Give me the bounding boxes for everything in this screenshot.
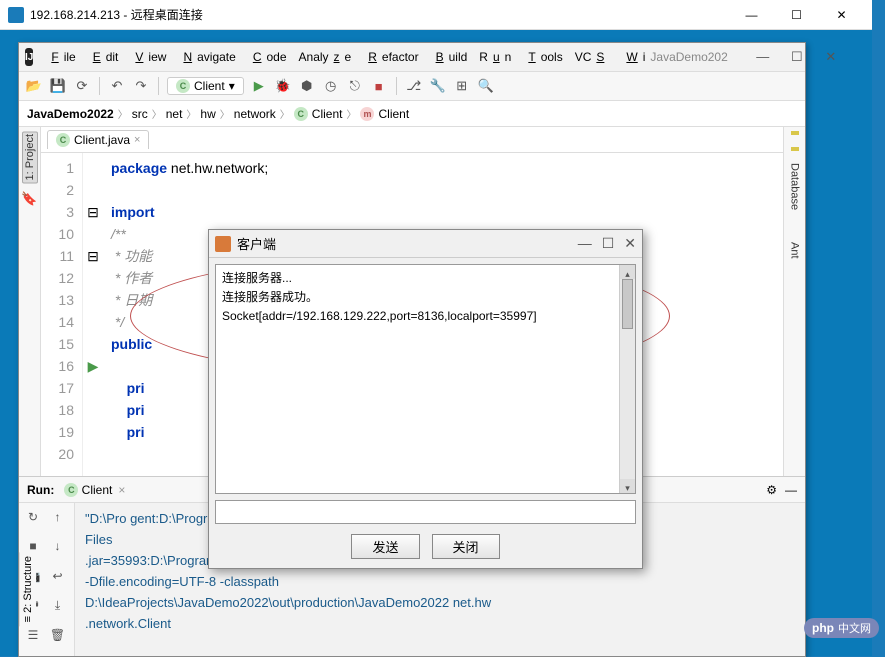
- class-icon: C: [64, 483, 78, 497]
- breadcrumb: JavaDemo2022〉 src〉 net〉 hw〉 network〉 C C…: [19, 101, 805, 127]
- editor-tab[interactable]: C Client.java ×: [47, 130, 149, 149]
- close-button[interactable]: ✕: [819, 0, 864, 30]
- warning-marker[interactable]: [791, 131, 799, 135]
- undo-icon[interactable]: ↶: [108, 77, 126, 95]
- open-icon[interactable]: 📂: [25, 77, 43, 95]
- menu-window[interactable]: Wi: [616, 48, 650, 66]
- maximize-button[interactable]: ☐: [774, 0, 819, 30]
- run-config-selector[interactable]: C Client ▾: [167, 77, 244, 95]
- class-icon: C: [56, 133, 70, 147]
- ide-minimize-button[interactable]: —: [748, 49, 778, 65]
- scroll-up-icon[interactable]: ▴: [620, 265, 635, 279]
- menu-refactor[interactable]: Refactor: [358, 48, 423, 66]
- menu-edit[interactable]: Edit: [83, 48, 124, 66]
- ide-maximize-button[interactable]: ☐: [782, 49, 812, 65]
- rdp-title: 192.168.214.213 - 远程桌面连接: [30, 6, 729, 23]
- minimize-button[interactable]: —: [729, 0, 774, 30]
- scroll-down-icon[interactable]: ▾: [620, 479, 635, 493]
- bookmark-icon[interactable]: 🔖: [21, 191, 37, 207]
- search-icon[interactable]: 🔍: [477, 77, 495, 95]
- debug-icon[interactable]: 🐞: [274, 77, 292, 95]
- rdp-icon: [8, 7, 24, 23]
- breadcrumb-item[interactable]: net: [166, 107, 183, 121]
- right-toolwindow-bar: Database Ant: [783, 127, 805, 476]
- java-icon: [215, 236, 231, 252]
- dialog-maximize-button[interactable]: ☐: [602, 235, 615, 252]
- menu-bar: File Edit View Navigate Code Analyze Ref…: [41, 48, 650, 66]
- warning-marker[interactable]: [791, 147, 799, 151]
- menu-file[interactable]: File: [41, 48, 80, 66]
- menu-view[interactable]: View: [125, 48, 171, 66]
- client-dialog: 客户端 — ☐ ✕ 连接服务器... 连接服务器成功。 Socket[addr=…: [208, 229, 643, 569]
- structure-tool-button[interactable]: ≡ 2: Structure: [19, 552, 36, 626]
- structure-icon[interactable]: ⊞: [453, 77, 471, 95]
- down-icon[interactable]: ↓: [48, 536, 68, 556]
- close-tab-icon[interactable]: ×: [134, 134, 140, 146]
- coverage-icon[interactable]: ⬢: [298, 77, 316, 95]
- dialog-title: 客户端: [237, 234, 276, 253]
- close-button[interactable]: 关闭: [432, 534, 500, 559]
- dialog-titlebar[interactable]: 客户端 — ☐ ✕: [209, 230, 642, 258]
- wrap-icon[interactable]: ↩: [48, 566, 68, 586]
- breadcrumb-item[interactable]: Client: [312, 107, 343, 121]
- left-toolwindow-bar: 1: Project 🔖: [19, 127, 41, 476]
- chevron-down-icon: ▾: [229, 79, 235, 93]
- scrollbar[interactable]: ▴ ▾: [619, 265, 635, 493]
- filter-icon[interactable]: ☰: [23, 625, 43, 645]
- breadcrumb-root[interactable]: JavaDemo2022: [27, 107, 114, 121]
- menu-code[interactable]: Code: [243, 48, 292, 66]
- attach-icon[interactable]: ⎋: [346, 77, 364, 95]
- ide-titlebar: IJ File Edit View Navigate Code Analyze …: [19, 43, 805, 71]
- project-title: JavaDemo202: [650, 50, 727, 64]
- profile-icon[interactable]: ◷: [322, 77, 340, 95]
- gear-icon[interactable]: ⚙: [766, 483, 777, 497]
- menu-run[interactable]: Run: [474, 48, 516, 66]
- menu-build[interactable]: Build: [426, 48, 473, 66]
- menu-navigate[interactable]: Navigate: [173, 48, 240, 66]
- refresh-icon[interactable]: ⟳: [73, 77, 91, 95]
- menu-vcs[interactable]: VCS: [570, 48, 615, 66]
- rdp-window: 192.168.214.213 - 远程桌面连接 — ☐ ✕ IJ File E…: [0, 0, 872, 656]
- wrench-icon[interactable]: 🔧: [429, 77, 447, 95]
- run-panel-label: Run:: [27, 483, 54, 497]
- dialog-minimize-button[interactable]: —: [578, 235, 592, 252]
- breadcrumb-item[interactable]: hw: [200, 107, 215, 121]
- watermark-logo: php中文网: [804, 618, 879, 638]
- breadcrumb-item[interactable]: network: [234, 107, 276, 121]
- editor-tabs: C Client.java ×: [41, 127, 783, 153]
- menu-tools[interactable]: Tools: [518, 48, 567, 66]
- hide-icon[interactable]: —: [785, 483, 797, 497]
- send-button[interactable]: 发送: [351, 534, 419, 559]
- ide-close-button[interactable]: ✕: [816, 49, 846, 65]
- stop-icon[interactable]: ■: [370, 77, 388, 95]
- vcs-icon[interactable]: ⎇: [405, 77, 423, 95]
- breadcrumb-item[interactable]: Client: [378, 107, 409, 121]
- ant-tool-button[interactable]: Ant: [789, 242, 801, 259]
- run-icon[interactable]: ▶: [250, 77, 268, 95]
- fold-gutter: ⊟⊟▶: [83, 153, 103, 476]
- close-run-tab-icon[interactable]: ×: [118, 483, 125, 497]
- class-icon: C: [176, 79, 190, 93]
- dialog-input[interactable]: [215, 500, 636, 524]
- scroll-thumb[interactable]: [622, 279, 633, 329]
- save-icon[interactable]: 💾: [49, 77, 67, 95]
- run-tab-name[interactable]: Client: [82, 483, 113, 497]
- line-gutter: 1231011121314151617181920: [41, 153, 83, 476]
- toolbar: 📂 💾 ⟳ ↶ ↷ C Client ▾ ▶ 🐞 ⬢ ◷ ⎋ ■ ⎇: [19, 71, 805, 101]
- method-icon: m: [360, 107, 374, 121]
- menu-analyze[interactable]: Analyze: [294, 48, 357, 66]
- database-tool-button[interactable]: Database: [789, 163, 801, 210]
- intellij-logo-icon: IJ: [25, 48, 33, 66]
- dialog-output[interactable]: 连接服务器... 连接服务器成功。 Socket[addr=/192.168.1…: [215, 264, 636, 494]
- scroll-icon[interactable]: ⤓: [48, 595, 68, 615]
- project-tool-button[interactable]: 1: Project: [22, 131, 38, 183]
- trash-icon[interactable]: 🗑: [48, 625, 68, 645]
- class-icon: C: [294, 107, 308, 121]
- breadcrumb-item[interactable]: src: [132, 107, 148, 121]
- dialog-close-button[interactable]: ✕: [624, 235, 636, 252]
- redo-icon[interactable]: ↷: [132, 77, 150, 95]
- rdp-titlebar: 192.168.214.213 - 远程桌面连接 — ☐ ✕: [0, 0, 872, 30]
- rerun-icon[interactable]: ↻: [23, 507, 43, 527]
- up-icon[interactable]: ↑: [48, 507, 68, 527]
